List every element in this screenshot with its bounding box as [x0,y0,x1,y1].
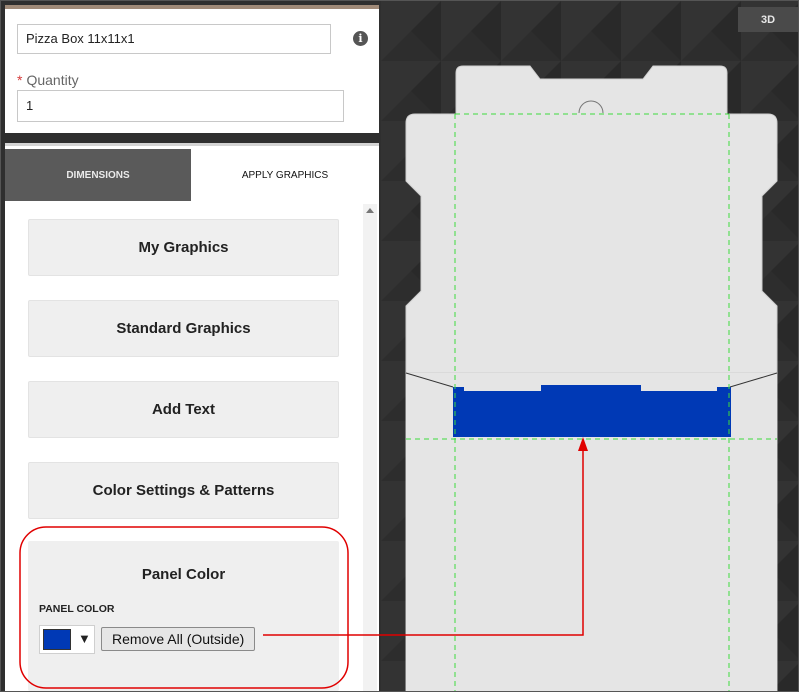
design-canvas[interactable]: 3D [381,1,798,691]
panel-color-title: Panel Color [141,566,226,583]
quantity-label: * Quantity [17,72,79,88]
quantity-field[interactable]: 1 [17,90,344,122]
remove-all-outside-button[interactable]: Remove All (Outside) [101,627,256,651]
panel-color-label: PANEL COLOR [39,603,115,615]
panel-color-section: Panel Color PANEL COLOR ▼ Remove All (Ou… [28,541,339,691]
scrollbar[interactable] [363,204,377,691]
panel-color-picker[interactable]: ▼ [39,625,95,654]
required-mark: * [17,72,23,88]
view-3d-button[interactable]: 3D [738,7,798,32]
product-name-field[interactable]: Pizza Box 11x11x1 [17,24,331,54]
tab-apply-graphics[interactable]: APPLY GRAPHICS [191,149,379,201]
chevron-down-icon: ▼ [78,631,91,646]
my-graphics-button[interactable]: My Graphics [28,219,339,276]
scroll-up-arrow-icon[interactable] [366,208,374,213]
tools-panel: DIMENSIONS APPLY GRAPHICS My Graphics St… [5,143,379,691]
add-text-button[interactable]: Add Text [28,381,339,438]
quantity-label-text: Quantity [26,72,79,88]
tab-dimensions[interactable]: DIMENSIONS [5,149,191,201]
product-card: Pizza Box 11x11x1 i * Quantity 1 [5,5,379,133]
app-window: 3D Pizza Box 11x11x1 i * Quantity 1 DIMEN… [0,0,799,692]
color-settings-button[interactable]: Color Settings & Patterns [28,462,339,519]
color-swatch [43,629,71,650]
standard-graphics-button[interactable]: Standard Graphics [28,300,339,357]
colored-front-panel [453,385,731,437]
box-dieline [381,1,798,691]
info-icon[interactable]: i [353,31,368,46]
